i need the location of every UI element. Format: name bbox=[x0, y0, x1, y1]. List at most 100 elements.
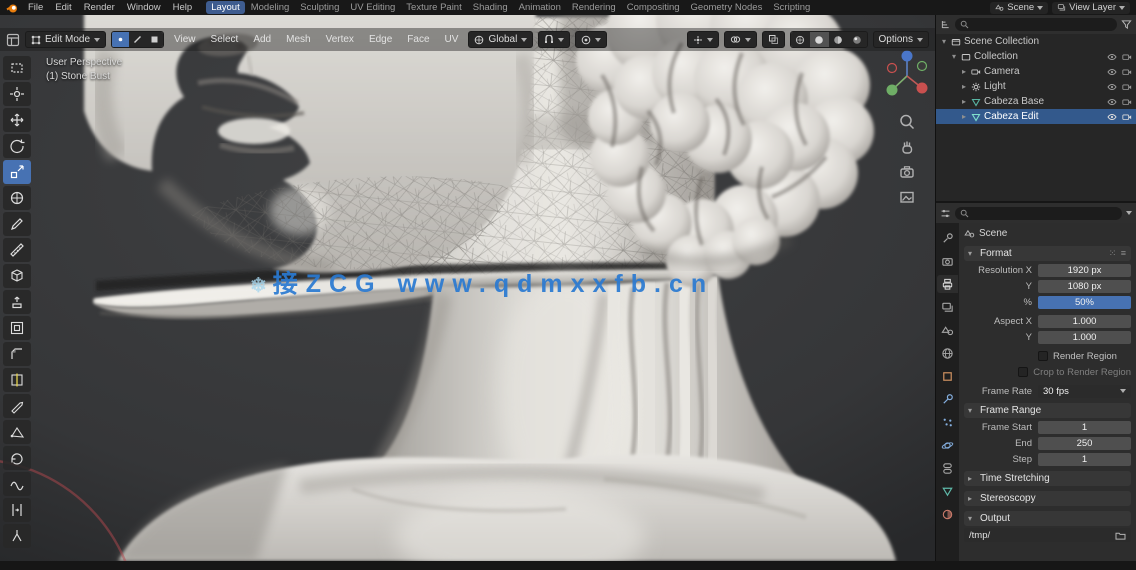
properties-search-input[interactable] bbox=[955, 206, 1122, 220]
tool-bevel-button[interactable] bbox=[3, 342, 31, 366]
edge-select-button[interactable] bbox=[129, 32, 147, 47]
viewport-menu-vertex[interactable]: Vertex bbox=[321, 34, 359, 45]
output-panel-header[interactable]: ▾ Output bbox=[964, 511, 1131, 526]
properties-editor-icon[interactable] bbox=[940, 208, 951, 219]
viewport-menu-face[interactable]: Face bbox=[402, 34, 434, 45]
tab-constraints[interactable] bbox=[937, 459, 958, 477]
tab-modeling[interactable]: Modeling bbox=[246, 1, 295, 14]
editor-type-icon[interactable] bbox=[6, 33, 20, 47]
menu-render[interactable]: Render bbox=[78, 2, 121, 13]
tab-view-layer[interactable] bbox=[937, 298, 958, 316]
orientation-gizmo[interactable] bbox=[884, 44, 930, 106]
camera-visibility-icon[interactable] bbox=[1122, 113, 1132, 121]
tab-particles[interactable] bbox=[937, 413, 958, 431]
output-path-field[interactable]: /tmp/ bbox=[964, 528, 1131, 542]
stereoscopy-panel-header[interactable]: ▸ Stereoscopy bbox=[964, 491, 1131, 506]
tab-object[interactable] bbox=[937, 367, 958, 385]
resolution-x-field[interactable]: 1920 px bbox=[1038, 263, 1131, 277]
render-region-checkbox[interactable] bbox=[1038, 351, 1048, 361]
tab-modifiers[interactable] bbox=[937, 390, 958, 408]
filter-funnel-icon[interactable] bbox=[1121, 19, 1132, 30]
tab-physics[interactable] bbox=[937, 436, 958, 454]
tab-scene[interactable] bbox=[937, 321, 958, 339]
options-dropdown[interactable]: Options bbox=[872, 31, 929, 48]
rendered-shading-button[interactable] bbox=[847, 32, 867, 47]
perspective-toggle-icon[interactable] bbox=[898, 188, 916, 206]
tool-rotate-button[interactable] bbox=[3, 134, 31, 158]
properties-breadcrumb[interactable]: Scene bbox=[964, 226, 1131, 241]
camera-view-icon[interactable] bbox=[898, 163, 916, 181]
camera-visibility-icon[interactable] bbox=[1122, 98, 1132, 106]
tab-render[interactable] bbox=[937, 252, 958, 270]
tab-uv-editing[interactable]: UV Editing bbox=[345, 1, 400, 14]
tab-output[interactable] bbox=[937, 275, 958, 293]
eye-icon[interactable] bbox=[1107, 113, 1117, 121]
frame-end-field[interactable]: 250 bbox=[1038, 436, 1131, 450]
tab-object-data[interactable] bbox=[937, 482, 958, 500]
show-overlays-toggle[interactable] bbox=[723, 31, 757, 48]
tab-compositing[interactable]: Compositing bbox=[622, 1, 685, 14]
tab-rendering[interactable]: Rendering bbox=[567, 1, 621, 14]
tab-material[interactable] bbox=[937, 505, 958, 523]
tab-scripting[interactable]: Scripting bbox=[768, 1, 815, 14]
tab-geometry-nodes[interactable]: Geometry Nodes bbox=[686, 1, 768, 14]
tool-knife-button[interactable] bbox=[3, 394, 31, 418]
material-shading-button[interactable] bbox=[828, 32, 848, 47]
camera-visibility-icon[interactable] bbox=[1122, 83, 1132, 91]
tool-edge-slide-button[interactable] bbox=[3, 498, 31, 522]
disclosure-triangle-icon[interactable]: ▸ bbox=[960, 82, 968, 91]
tab-layout[interactable]: Layout bbox=[206, 1, 245, 14]
snap-toggle[interactable] bbox=[538, 31, 571, 48]
disclosure-triangle-icon[interactable]: ▸ bbox=[960, 67, 968, 76]
menu-help[interactable]: Help bbox=[167, 2, 199, 13]
tab-animation[interactable]: Animation bbox=[514, 1, 566, 14]
menu-edit[interactable]: Edit bbox=[49, 2, 77, 13]
outliner-row-scene-collection[interactable]: ▾ Scene Collection bbox=[936, 34, 1136, 49]
scene-selector[interactable]: Scene bbox=[990, 1, 1049, 14]
zoom-icon[interactable] bbox=[898, 113, 916, 131]
tool-smooth-button[interactable] bbox=[3, 472, 31, 496]
frame-rate-dropdown[interactable]: 30 fps bbox=[1038, 384, 1131, 398]
outliner-row-mesh-2-selected[interactable]: ▸ Cabeza Edit bbox=[936, 109, 1136, 124]
tool-loop-cut-button[interactable] bbox=[3, 368, 31, 392]
tool-add-cube-button[interactable] bbox=[3, 264, 31, 288]
tool-measure-button[interactable] bbox=[3, 238, 31, 262]
tool-rip-region-button[interactable] bbox=[3, 524, 31, 548]
frame-start-field[interactable]: 1 bbox=[1038, 420, 1131, 434]
pan-hand-icon[interactable] bbox=[898, 138, 916, 156]
time-stretching-panel-header[interactable]: ▸ Time Stretching bbox=[964, 471, 1131, 486]
tab-shading[interactable]: Shading bbox=[468, 1, 513, 14]
chevron-down-icon[interactable] bbox=[1126, 211, 1132, 215]
crop-region-checkbox[interactable] bbox=[1018, 367, 1029, 377]
blender-logo-icon[interactable] bbox=[6, 2, 18, 14]
viewport-menu-mesh[interactable]: Mesh bbox=[281, 34, 315, 45]
folder-icon[interactable] bbox=[1115, 531, 1126, 540]
view-layer-selector[interactable]: View Layer bbox=[1052, 1, 1130, 14]
format-panel-header[interactable]: ▾ Format ⁙ ≡ bbox=[964, 246, 1131, 261]
vertex-select-button[interactable] bbox=[112, 32, 130, 47]
aspect-y-field[interactable]: 1.000 bbox=[1038, 330, 1131, 344]
tab-texture-paint[interactable]: Texture Paint bbox=[401, 1, 466, 14]
tool-spin-button[interactable] bbox=[3, 446, 31, 470]
eye-icon[interactable] bbox=[1107, 53, 1117, 61]
tool-extrude-region-button[interactable] bbox=[3, 290, 31, 314]
disclosure-triangle-icon[interactable]: ▾ bbox=[940, 37, 948, 46]
tool-poly-build-button[interactable] bbox=[3, 420, 31, 444]
outliner-row-light[interactable]: ▸ Light bbox=[936, 79, 1136, 94]
eye-icon[interactable] bbox=[1107, 83, 1117, 91]
tab-world[interactable] bbox=[937, 344, 958, 362]
viewport-menu-view[interactable]: View bbox=[169, 34, 201, 45]
tool-select-box-button[interactable] bbox=[3, 56, 31, 80]
viewport-menu-edge[interactable]: Edge bbox=[364, 34, 397, 45]
outliner-row-collection[interactable]: ▾ Collection bbox=[936, 49, 1136, 64]
tab-sculpting[interactable]: Sculpting bbox=[295, 1, 344, 14]
viewport-menu-select[interactable]: Select bbox=[206, 34, 244, 45]
disclosure-triangle-icon[interactable]: ▸ bbox=[960, 97, 968, 106]
viewport-menu-add[interactable]: Add bbox=[248, 34, 276, 45]
disclosure-triangle-icon[interactable]: ▾ bbox=[950, 52, 958, 61]
outliner-row-mesh-1[interactable]: ▸ Cabeza Base bbox=[936, 94, 1136, 109]
show-gizmo-toggle[interactable] bbox=[686, 31, 719, 48]
solid-shading-button[interactable] bbox=[809, 32, 829, 47]
proportional-editing-toggle[interactable] bbox=[575, 31, 608, 48]
tab-tool[interactable] bbox=[937, 229, 958, 247]
